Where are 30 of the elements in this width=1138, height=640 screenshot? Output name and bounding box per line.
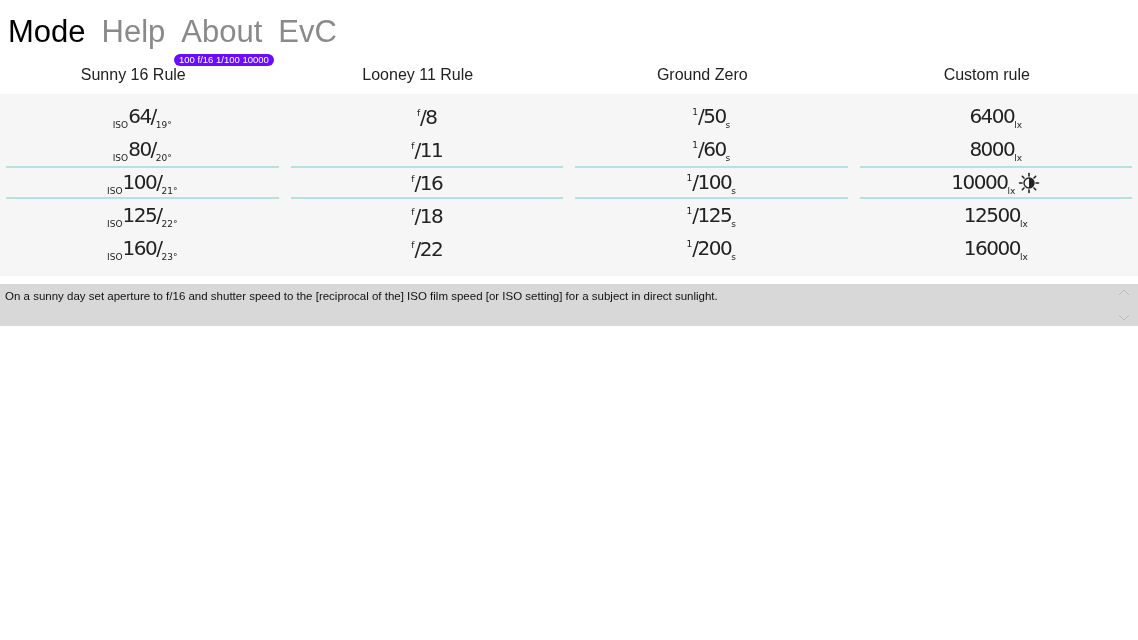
column-title: Ground Zero	[656, 66, 748, 84]
column-title: Looney 11 Rule	[362, 66, 474, 84]
picker-item[interactable]: 8000$_{lx}$	[859, 133, 1132, 166]
picker-item[interactable]: 10000$_{lx}$	[859, 166, 1132, 199]
picker-item[interactable]: $_{ISO}$64/$_{19°}$	[6, 100, 279, 133]
sun-icon	[1018, 171, 1041, 194]
picker-item[interactable]: $^{f}$/16	[290, 166, 563, 199]
picker-item[interactable]: $^{1}$/60$_{s}$	[575, 133, 848, 166]
picker-item[interactable]: $^{f}$/22	[290, 232, 563, 265]
picker-item[interactable]: $_{ISO}$100/$_{21°}$	[6, 166, 279, 199]
column-title: Sunny 16 Rule	[80, 66, 186, 84]
scroll-up-icon[interactable]	[1118, 288, 1130, 296]
picker-item[interactable]: 6400$_{lx}$	[859, 100, 1132, 133]
picker-item[interactable]: $_{ISO}$160/$_{23°}$	[6, 232, 279, 265]
picker-item[interactable]: $^{1}$/50$_{s}$	[575, 100, 848, 133]
picker-item[interactable]: $^{f}$/11	[290, 133, 563, 166]
picker-item[interactable]: 12500$_{lx}$	[859, 199, 1132, 232]
scroll-down-icon[interactable]	[1118, 314, 1130, 322]
description-text: On a sunny day set aperture to f/16 and shutter speed to the [reciprocal of the] ISO film speed [or ISO setting] for a subject in direct sunlight.	[5, 290, 718, 304]
picker-item[interactable]: $^{1}$/200$_{s}$	[575, 232, 848, 265]
picker-item[interactable]: $_{ISO}$125/$_{22°}$	[6, 199, 279, 232]
picker-item[interactable]: 16000$_{lx}$	[859, 232, 1132, 265]
picker-item[interactable]: $_{ISO}$80/$_{20°}$	[6, 133, 279, 166]
picker-item[interactable]: $^{1}$/100$_{s}$	[575, 166, 848, 199]
picker-item[interactable]: $^{f}$/8	[290, 100, 563, 133]
picker-item[interactable]: $^{f}$/18	[290, 199, 563, 232]
value-badge: 100 f/16 1/100 10000	[174, 54, 274, 66]
column-title: Custom rule	[943, 66, 1030, 84]
picker-item[interactable]: $^{1}$/125$_{s}$	[575, 199, 848, 232]
menu-tab[interactable]: Mode	[8, 12, 86, 56]
